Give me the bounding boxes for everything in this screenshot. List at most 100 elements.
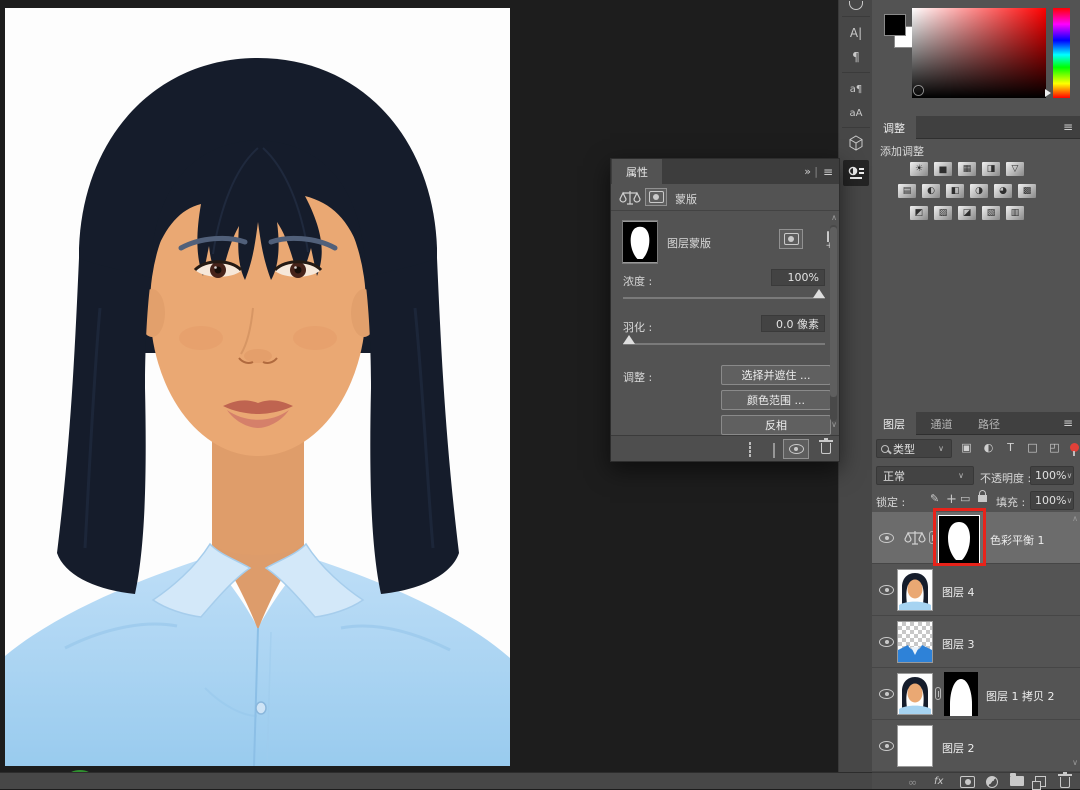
paragraph-panel-icon[interactable]: ¶ bbox=[839, 46, 873, 68]
feather-slider[interactable] bbox=[623, 343, 825, 345]
layers-scroll-down[interactable]: ∨ bbox=[1072, 758, 1078, 767]
filter-toggle-icon[interactable] bbox=[1066, 439, 1080, 456]
adjustment-scales-icon[interactable] bbox=[619, 190, 641, 206]
props-scroll-up[interactable]: ∧ bbox=[831, 213, 837, 222]
hue-slider-pointer[interactable] bbox=[1045, 89, 1051, 97]
properties-header: 蒙版 bbox=[611, 184, 839, 211]
lock-artboard-icon[interactable]: ▭ bbox=[960, 492, 970, 505]
tab-properties[interactable]: 属性 bbox=[612, 159, 662, 185]
layer-thumbnail[interactable] bbox=[898, 570, 932, 610]
properties-menu-icon[interactable]: ≡ bbox=[823, 165, 833, 179]
gradient-map-icon[interactable]: ▥ bbox=[1006, 206, 1024, 220]
load-selection-icon[interactable] bbox=[749, 443, 751, 456]
select-mask-icon[interactable] bbox=[779, 229, 803, 249]
density-slider-handle[interactable] bbox=[813, 289, 825, 298]
tab-layers[interactable]: 图层 bbox=[872, 412, 916, 436]
posterize-icon[interactable]: ▨ bbox=[934, 206, 952, 220]
character-panel-icon[interactable]: A| bbox=[839, 22, 873, 44]
mask-link-icon[interactable] bbox=[935, 687, 941, 703]
lock-move-icon[interactable]: + bbox=[946, 492, 957, 507]
density-field[interactable]: 100% bbox=[771, 269, 825, 286]
layer-mask-thumbnail[interactable] bbox=[944, 672, 978, 716]
filter-adjustment-layers-icon[interactable]: ◐ bbox=[980, 439, 997, 456]
layer-thumbnail-transparent[interactable] bbox=[898, 622, 932, 662]
visibility-eye-icon[interactable] bbox=[879, 637, 894, 650]
layer-thumbnail-white[interactable] bbox=[898, 726, 932, 766]
layers-menu-icon[interactable]: ≡ bbox=[1063, 416, 1073, 430]
apply-mask-icon[interactable] bbox=[773, 444, 775, 457]
hue-slider[interactable] bbox=[1053, 8, 1070, 98]
invert-icon[interactable]: ◩ bbox=[910, 206, 928, 220]
selective-color-icon[interactable]: ▧ bbox=[982, 206, 1000, 220]
new-layer-icon[interactable] bbox=[1035, 776, 1046, 787]
visibility-eye-icon[interactable] bbox=[879, 533, 894, 546]
clone-source-panel-icon[interactable] bbox=[839, 0, 873, 16]
color-lookup-icon[interactable]: ▩ bbox=[1018, 184, 1036, 198]
layers-scroll-up[interactable]: ∧ bbox=[1072, 514, 1078, 523]
props-scrollbar[interactable] bbox=[830, 225, 837, 421]
mask-visibility-eye-icon[interactable] bbox=[783, 439, 809, 459]
document-photo[interactable] bbox=[5, 8, 510, 766]
black-white-icon[interactable]: ◧ bbox=[946, 184, 964, 198]
filter-shape-layers-icon[interactable]: □ bbox=[1024, 439, 1041, 456]
delete-mask-icon[interactable] bbox=[821, 439, 831, 457]
new-group-icon[interactable] bbox=[1010, 773, 1024, 786]
visibility-eye-icon[interactable] bbox=[879, 689, 894, 702]
properties-panel-icon-active[interactable] bbox=[843, 160, 869, 186]
density-slider[interactable] bbox=[623, 297, 825, 299]
layer-row-1-copy-2[interactable]: 图层 1 拷贝 2 bbox=[872, 668, 1080, 720]
tab-paths[interactable]: 路径 bbox=[967, 412, 1011, 436]
threshold-icon[interactable]: ◪ bbox=[958, 206, 976, 220]
paragraph-styles-panel-icon[interactable]: aA bbox=[839, 102, 873, 124]
invert-button[interactable]: 反相 bbox=[721, 415, 831, 435]
panel-menu-icon[interactable]: ≡ bbox=[1063, 120, 1073, 134]
exposure-icon[interactable]: ◨ bbox=[982, 162, 1000, 176]
add-layer-mask-icon[interactable] bbox=[960, 776, 975, 788]
link-layers-icon[interactable]: ∞ bbox=[908, 776, 917, 789]
layer-row-2[interactable]: 图层 2 bbox=[872, 720, 1080, 772]
filter-type-dropdown[interactable]: 类型 ∨ bbox=[876, 439, 952, 458]
filter-type-layers-icon[interactable]: T bbox=[1002, 439, 1019, 456]
layer-thumbnail[interactable] bbox=[898, 674, 932, 714]
visibility-eye-icon[interactable] bbox=[879, 585, 894, 598]
color-range-button[interactable]: 颜色范围 ... bbox=[721, 390, 831, 410]
mask-mode-icon[interactable] bbox=[645, 188, 667, 206]
tab-adjustments[interactable]: 调整 bbox=[872, 116, 916, 140]
lock-paint-icon[interactable]: ✎ bbox=[930, 492, 939, 505]
color-balance-adjustment-icon[interactable] bbox=[904, 530, 926, 546]
visibility-eye-icon[interactable] bbox=[879, 741, 894, 754]
adjustment-icons-row2: ▤ ◐ ◧ ◑ ◕ ▩ bbox=[898, 184, 1036, 198]
tab-channels[interactable]: 通道 bbox=[920, 412, 964, 436]
color-field-marker[interactable] bbox=[914, 86, 923, 95]
photo-filter-icon[interactable]: ◑ bbox=[970, 184, 988, 198]
brightness-contrast-icon[interactable]: ☀ bbox=[910, 162, 928, 176]
select-and-mask-button[interactable]: 选择并遮住 ... bbox=[721, 365, 831, 385]
levels-icon[interactable]: ▅ bbox=[934, 162, 952, 176]
delete-layer-icon[interactable] bbox=[1060, 773, 1070, 788]
blend-mode-dropdown[interactable]: 正常 ∨ bbox=[876, 466, 974, 485]
filter-pixel-layers-icon[interactable]: ▣ bbox=[958, 439, 975, 456]
hue-saturation-icon[interactable]: ▤ bbox=[898, 184, 916, 198]
properties-mask-thumbnail[interactable] bbox=[623, 221, 657, 263]
layer-row-4[interactable]: 图层 4 bbox=[872, 564, 1080, 616]
feather-slider-handle[interactable] bbox=[623, 335, 635, 344]
vibrance-icon[interactable]: ▽ bbox=[1006, 162, 1024, 176]
channel-mixer-icon[interactable]: ◕ bbox=[994, 184, 1012, 198]
color-balance-icon[interactable]: ◐ bbox=[922, 184, 940, 198]
opacity-field[interactable]: 100% ∨ bbox=[1030, 466, 1074, 485]
layer-style-fx-icon[interactable]: fx bbox=[934, 776, 943, 787]
layer-row-3[interactable]: 图层 3 bbox=[872, 616, 1080, 668]
feather-field[interactable]: 0.0 像素 bbox=[761, 315, 825, 332]
color-saturation-field[interactable] bbox=[912, 8, 1046, 98]
props-scroll-down[interactable]: ∨ bbox=[831, 420, 837, 429]
3d-panel-icon[interactable] bbox=[839, 132, 873, 154]
fill-field[interactable]: 100% ∨ bbox=[1030, 491, 1074, 510]
collapse-panel-icon[interactable]: » bbox=[804, 165, 811, 178]
lock-all-icon[interactable] bbox=[978, 489, 987, 505]
curves-icon[interactable]: ▦ bbox=[958, 162, 976, 176]
new-adjustment-layer-icon[interactable] bbox=[986, 776, 998, 788]
add-vector-mask-icon[interactable] bbox=[827, 232, 829, 245]
foreground-color-swatch[interactable] bbox=[884, 14, 906, 36]
filter-smart-object-icon[interactable]: ◰ bbox=[1046, 439, 1063, 456]
character-styles-panel-icon[interactable]: a¶ bbox=[839, 78, 873, 100]
